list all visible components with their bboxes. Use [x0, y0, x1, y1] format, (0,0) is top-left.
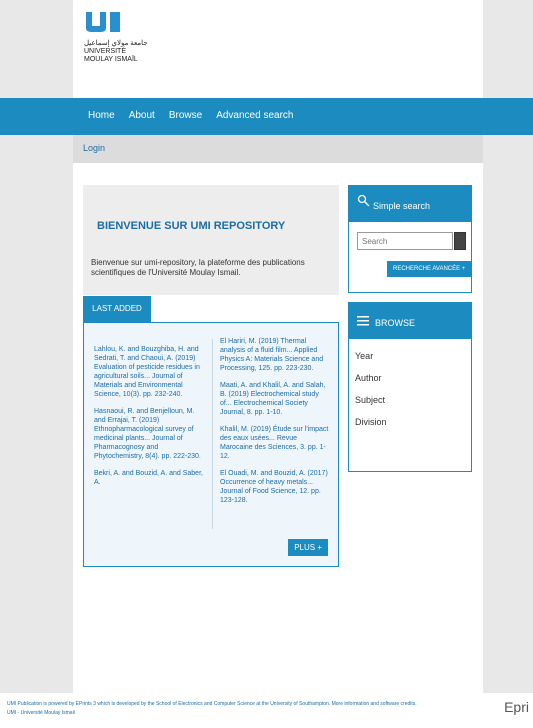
welcome-box: BIENVENUE SUR UMI REPOSITORY Bienvenue s…: [83, 185, 339, 295]
list-item[interactable]: Lahlou, K. and Bouzghiba, H. and Sedrati…: [94, 345, 204, 399]
list-item[interactable]: Bekri, A. and Bouzid, A. and Saber, A.: [94, 469, 204, 487]
latest-items-left-column: Lahlou, K. and Bouzghiba, H. and Sedrati…: [94, 345, 204, 495]
nav-advanced-search[interactable]: Advanced search: [216, 110, 293, 121]
umi-logo-icon: [86, 12, 120, 32]
latest-items-right-column: El Hariri, M. (2019) Thermal analysis of…: [220, 337, 330, 513]
logo-tagline-line2: MOULAY ISMAÏL: [84, 56, 138, 63]
browse-panel: BROWSE Year Author Subject Division: [348, 302, 472, 472]
list-item[interactable]: Maati, A. and Khalil, A. and Salah, B. (…: [220, 381, 330, 417]
sub-navbar: Login: [73, 135, 483, 163]
browse-header: BROWSE: [349, 303, 471, 339]
simple-search-title: Simple search: [373, 201, 431, 211]
nav-home[interactable]: Home: [88, 110, 115, 121]
eprints-logo[interactable]: Epri: [504, 699, 529, 715]
browse-item-year[interactable]: Year: [355, 351, 387, 361]
column-divider: [212, 339, 213, 529]
login-link[interactable]: Login: [83, 143, 105, 153]
nav-menu: Home About Browse Advanced search: [88, 110, 293, 121]
browse-item-subject[interactable]: Subject: [355, 395, 387, 405]
list-icon: [357, 316, 369, 326]
browse-item-division[interactable]: Division: [355, 417, 387, 427]
more-button[interactable]: PLUS +: [288, 539, 328, 556]
browse-title: BROWSE: [375, 318, 416, 328]
footer-institution: UMI - Université Moulay Ismail: [7, 710, 75, 716]
page-footer: UMI Publication is powered by EPrints 3 …: [0, 693, 533, 728]
latest-items-box: Lahlou, K. and Bouzghiba, H. and Sedrati…: [83, 322, 339, 567]
simple-search-panel: Simple search RECHERCHE AVANCÉE +: [348, 185, 472, 293]
simple-search-header: Simple search: [349, 186, 471, 222]
footer-credits[interactable]: UMI Publication is powered by EPrints 3 …: [7, 701, 417, 707]
browse-list: Year Author Subject Division: [355, 351, 387, 439]
logo-tagline: جامعة مولاي إسماعيل UNIVERSITÉ MOULAY IS…: [84, 40, 154, 64]
list-item[interactable]: El Hariri, M. (2019) Thermal analysis of…: [220, 337, 330, 373]
advanced-search-button[interactable]: RECHERCHE AVANCÉE +: [387, 261, 472, 277]
list-item[interactable]: Khalil, M. (2019) Étude sur l'impact des…: [220, 425, 330, 461]
search-icon: [357, 194, 370, 207]
nav-browse[interactable]: Browse: [169, 110, 202, 121]
search-input[interactable]: [357, 232, 453, 250]
list-item[interactable]: El Ouadi, M. and Bouzid, A. (2017) Occur…: [220, 469, 330, 505]
main-navbar: Home About Browse Advanced search: [0, 98, 533, 135]
search-submit-button[interactable]: [454, 232, 466, 250]
list-item[interactable]: Hasnaoui, R. and Benjelloun, M. and Erra…: [94, 407, 204, 461]
logo-tagline-line1: UNIVERSITÉ: [84, 48, 127, 55]
nav-about[interactable]: About: [129, 110, 155, 121]
site-logo[interactable]: جامعة مولاي إسماعيل UNIVERSITÉ MOULAY IS…: [84, 12, 148, 72]
browse-item-author[interactable]: Author: [355, 373, 387, 383]
welcome-title: BIENVENUE SUR UMI REPOSITORY: [97, 220, 286, 232]
welcome-text: Bienvenue sur umi-repository, la platefo…: [91, 258, 305, 277]
logo-tagline-arabic: جامعة مولاي إسماعيل: [84, 40, 148, 47]
tab-last-added[interactable]: LAST ADDED: [83, 296, 151, 322]
